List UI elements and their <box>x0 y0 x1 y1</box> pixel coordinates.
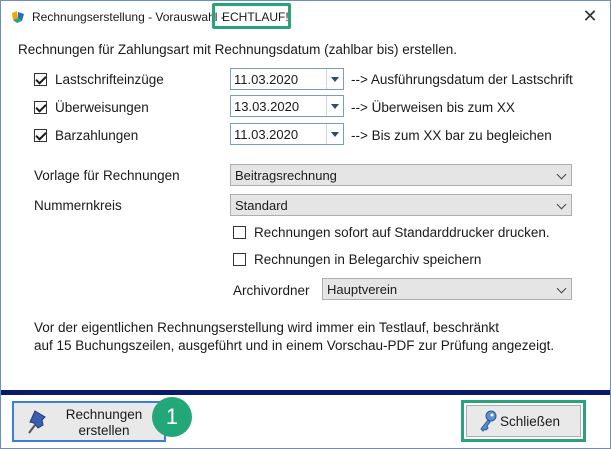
create-invoices-line-1: Rechnungen <box>65 407 143 422</box>
pushpin-icon <box>28 410 46 434</box>
lastschrift-description: --> Ausführungsdatum der Lastschrift <box>351 72 573 87</box>
lastschrift-date: 11.03.2020 <box>234 72 299 87</box>
template-select[interactable]: Beitragsrechnung <box>230 164 572 186</box>
create-invoices-label: Rechnungen erstellen <box>54 407 154 439</box>
lastschrift-checkbox[interactable] <box>34 73 47 86</box>
step-badge: 1 <box>152 397 192 437</box>
bar-checkbox[interactable] <box>34 129 47 142</box>
info-line-2: auf 15 Buchungszeilen, ausgeführt und in… <box>34 338 555 353</box>
archive-checkbox[interactable] <box>233 253 246 266</box>
create-invoices-button[interactable]: Rechnungen erstellen <box>12 401 166 442</box>
lastschrift-label: Lastschrifteinzüge <box>55 72 164 87</box>
invoice-dialog: Rechnungserstellung - Vorauswahl - ECHTL… <box>0 0 611 449</box>
close-button-highlight: Schließen <box>461 400 586 442</box>
title-mode: ECHTLAUF! <box>222 10 289 24</box>
payment-row-lastschrift[interactable]: Lastschrifteinzüge <box>34 70 234 90</box>
ueberweisung-label: Überweisungen <box>55 100 149 115</box>
number-range-value: Standard <box>235 198 288 213</box>
print-option[interactable]: Rechnungen sofort auf Standarddrucker dr… <box>233 223 573 243</box>
bar-description: --> Bis zum XX bar zu begleichen <box>351 128 552 143</box>
print-label: Rechnungen sofort auf Standarddrucker dr… <box>254 225 550 240</box>
info-line-1: Vor der eigentlichen Rechnungserstellung… <box>34 320 499 335</box>
window-close-button[interactable]: ✕ <box>574 4 606 28</box>
template-value: Beitragsrechnung <box>235 168 337 183</box>
chevron-down-icon <box>556 169 567 180</box>
bar-date: 11.03.2020 <box>234 127 299 142</box>
ueberweisung-description: --> Überweisen bis zum XX <box>351 100 515 115</box>
create-invoices-line-2: erstellen <box>78 423 130 438</box>
ueberweisung-checkbox[interactable] <box>34 101 47 114</box>
archive-folder-value: Hauptverein <box>327 282 398 297</box>
chevron-down-icon <box>556 199 567 210</box>
number-range-select[interactable]: Standard <box>230 194 572 216</box>
chevron-down-icon[interactable] <box>326 69 343 89</box>
close-label: Schließen <box>500 414 561 429</box>
title-bar: Rechnungserstellung - Vorauswahl - ECHTL… <box>1 1 610 33</box>
bar-label: Barzahlungen <box>55 128 139 143</box>
number-range-label: Nummernkreis <box>34 198 122 213</box>
key-icon <box>480 410 497 432</box>
payment-row-ueberweisung[interactable]: Überweisungen <box>34 98 234 118</box>
ueberweisung-date-picker[interactable]: 13.03.2020 <box>230 95 344 117</box>
print-checkbox[interactable] <box>233 226 246 239</box>
template-label: Vorlage für Rechnungen <box>34 168 180 183</box>
archive-folder-label: Archivordner <box>233 283 310 298</box>
payment-row-bar[interactable]: Barzahlungen <box>34 126 234 146</box>
bar-date-picker[interactable]: 11.03.2020 <box>230 123 344 145</box>
archive-folder-select[interactable]: Hauptverein <box>322 278 572 300</box>
title-mode-highlight: ECHTLAUF! <box>212 3 291 29</box>
app-logo-icon <box>12 11 24 23</box>
chevron-down-icon <box>556 283 567 294</box>
chevron-down-icon[interactable] <box>326 96 343 116</box>
lastschrift-date-picker[interactable]: 11.03.2020 <box>230 68 344 90</box>
window-title: Rechnungserstellung - Vorauswahl - <box>32 10 225 24</box>
archive-option[interactable]: Rechnungen in Belegarchiv speichern <box>233 250 573 270</box>
archive-label: Rechnungen in Belegarchiv speichern <box>254 252 482 267</box>
chevron-down-icon[interactable] <box>326 124 343 144</box>
close-button[interactable]: Schließen <box>466 405 581 437</box>
intro-text: Rechnungen für Zahlungsart mit Rechnungs… <box>18 42 457 57</box>
ueberweisung-date: 13.03.2020 <box>234 99 300 114</box>
